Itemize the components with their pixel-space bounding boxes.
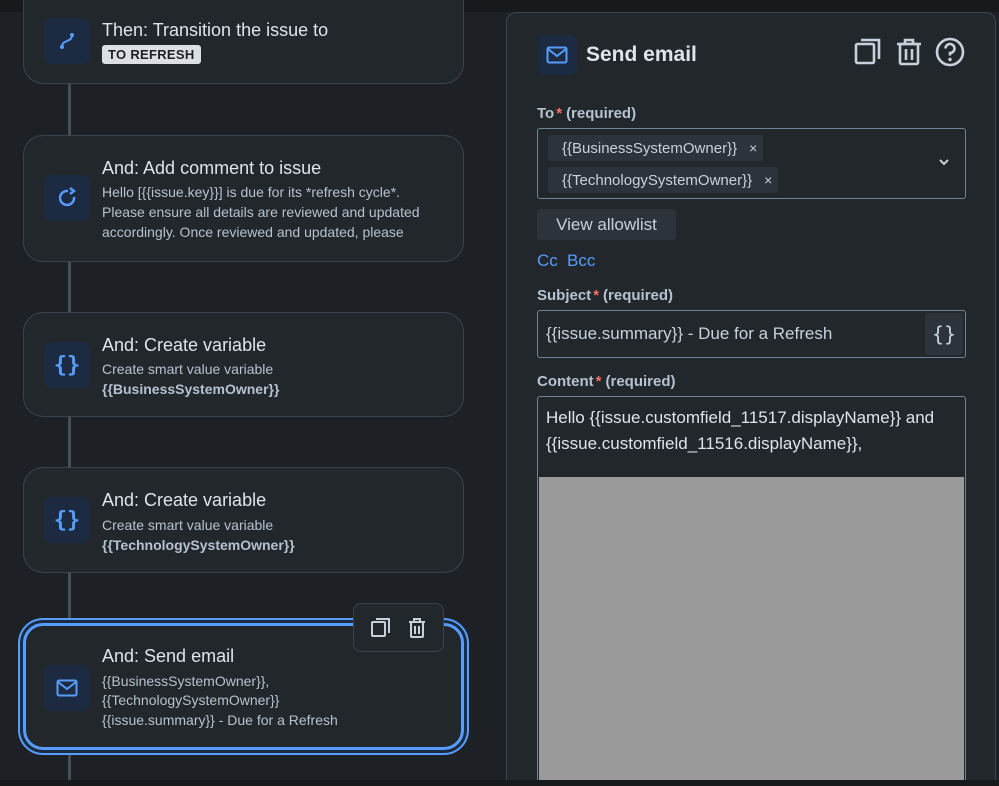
subject-input[interactable]: {{issue.summary}} - Due for a Refresh {} (537, 310, 966, 358)
content-text: Hello {{issue.customfield_11517.displayN… (546, 408, 935, 453)
card-description-line: {{issue.summary}} - Due for a Refresh (102, 712, 338, 728)
to-label: To * (required) (537, 105, 637, 122)
flow-connector (68, 262, 71, 312)
bcc-link[interactable]: Bcc (567, 251, 595, 271)
card-description-line: {{TechnologySystemOwner}} (102, 692, 280, 708)
card-description-line: Create smart value variable (102, 517, 274, 533)
card-description-line: Create smart value variable (102, 361, 274, 377)
panel-title: Send email (586, 43, 697, 66)
duplicate-button[interactable] (370, 617, 392, 639)
flow-card-transition[interactable]: Then: Transition the issue to TO REFRESH (23, 0, 464, 84)
remove-chip-button[interactable]: × (749, 140, 757, 156)
card-title: And: Add comment to issue (102, 158, 322, 178)
subject-label: Subject * (required) (537, 287, 674, 304)
card-title: And: Create variable (102, 335, 267, 355)
flow-connector (68, 417, 71, 467)
card-title: And: Create variable (102, 490, 267, 510)
flow-card-create-variable[interactable]: {} And: Create variable Create smart val… (23, 312, 464, 417)
send-email-config-panel: Send email To * (required) {{BusinessSyste… (506, 12, 996, 786)
content-label: Content * (required) (537, 373, 676, 390)
flow-card-create-variable[interactable]: {} And: Create variable Create smart val… (23, 467, 464, 573)
braces-icon: {} (44, 497, 90, 543)
flow-connector (68, 84, 71, 135)
remove-chip-button[interactable]: × (764, 172, 772, 188)
card-title: And: Send email (102, 646, 235, 666)
mail-icon (537, 35, 577, 75)
duplicate-icon (370, 617, 390, 637)
mail-icon (44, 665, 90, 711)
comment-refresh-icon (44, 175, 90, 221)
smart-value-button[interactable]: {} (925, 313, 963, 355)
braces-icon: {} (931, 322, 957, 346)
bottom-edge (0, 780, 999, 786)
flow-connector (68, 573, 71, 623)
flow-connector (68, 750, 71, 780)
status-lozenge: TO REFRESH (102, 45, 201, 64)
editor-blank-area (539, 477, 964, 786)
content-textarea[interactable]: Hello {{issue.customfield_11517.displayN… (537, 396, 966, 786)
duplicate-icon (854, 38, 881, 65)
to-recipients-select[interactable]: {{BusinessSystemOwner}} × {{TechnologySys… (537, 128, 966, 199)
trash-icon (409, 617, 426, 638)
view-allowlist-button[interactable]: View allowlist (537, 209, 676, 240)
card-variable-name: {{BusinessSystemOwner}} (102, 381, 280, 397)
help-button[interactable] (935, 37, 965, 67)
recipient-chip: {{TechnologySystemOwner}} × (548, 167, 779, 193)
flow-card-add-comment[interactable]: And: Add comment to issue Hello [{{issue… (23, 135, 464, 262)
braces-icon: {} (44, 342, 90, 388)
delete-button[interactable] (407, 617, 427, 639)
transition-icon (44, 18, 90, 64)
card-description-line: accordingly. Once reviewed and updated, … (102, 224, 404, 240)
card-description-line: Please ensure all details are reviewed a… (102, 204, 420, 220)
card-title: Then: Transition the issue to (102, 20, 329, 40)
card-description-line: {{BusinessSystemOwner}}, (102, 673, 270, 689)
panel-actions (853, 37, 965, 67)
card-action-toolbar (353, 603, 444, 652)
help-icon (935, 37, 965, 67)
trash-icon (897, 38, 921, 66)
card-variable-name: {{TechnologySystemOwner}} (102, 537, 295, 553)
card-description-line: Hello [{{issue.key}}] is due for its *re… (102, 184, 401, 200)
chevron-down-icon[interactable] (937, 155, 951, 169)
delete-button[interactable] (895, 37, 923, 67)
recipient-chip: {{BusinessSystemOwner}} × (548, 135, 764, 161)
duplicate-button[interactable] (853, 37, 883, 67)
cc-link[interactable]: Cc (537, 251, 558, 271)
